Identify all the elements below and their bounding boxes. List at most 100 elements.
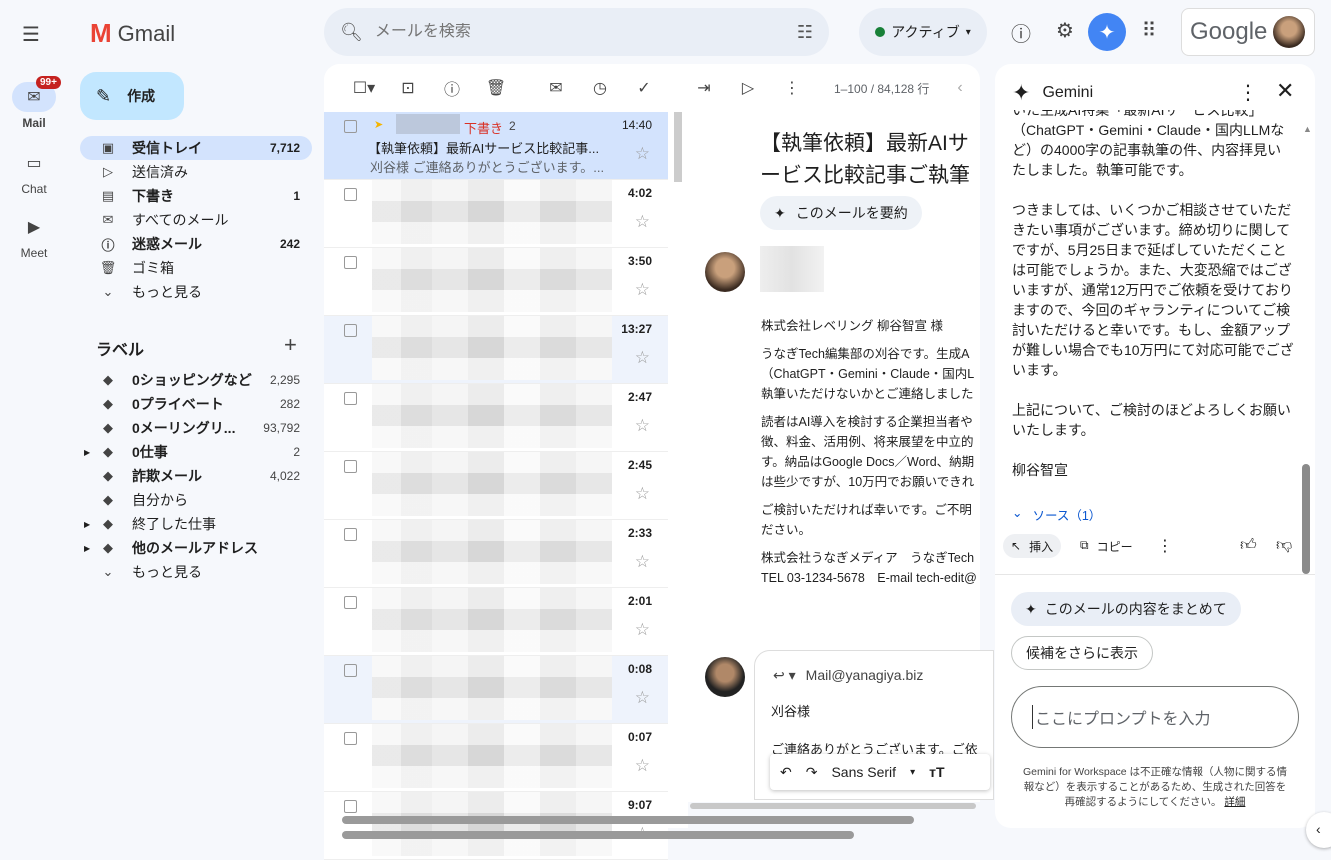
redo-icon[interactable]: ↷	[806, 764, 818, 781]
row-checkbox[interactable]	[344, 256, 357, 269]
label-icon[interactable]: ▷	[726, 78, 770, 98]
list-item[interactable]: 9:07 ☆	[324, 792, 668, 860]
add-task-icon[interactable]: ✓	[622, 78, 666, 98]
rail-mail[interactable]: ✉ 99+ Mail	[0, 76, 68, 130]
row-checkbox[interactable]	[344, 188, 357, 201]
archive-icon[interactable]: ⊡	[386, 78, 430, 98]
font-selector[interactable]: Sans Serif	[831, 764, 896, 780]
apps-grid-icon[interactable]: ⠿	[1135, 18, 1163, 43]
insert-button[interactable]: ↖ 挿入	[1003, 534, 1062, 558]
compose-button[interactable]: ✎ 作成	[80, 72, 184, 120]
prompt-input[interactable]: ここにプロンプトを入力	[1011, 686, 1299, 748]
hscrollbar[interactable]	[342, 816, 914, 824]
side-panel-toggle-icon[interactable]: ‹	[1306, 812, 1331, 848]
star-icon[interactable]: ☆	[635, 484, 650, 504]
list-item[interactable]: 2:33 ☆	[324, 520, 668, 588]
select-all-checkbox[interactable]: ☐▾	[342, 78, 386, 98]
list-item[interactable]: 0:07 ☆	[324, 724, 668, 792]
star-icon[interactable]: ☆	[635, 552, 650, 572]
status-selector[interactable]: アクティブ ▾	[859, 8, 987, 56]
more-suggestions-button[interactable]: 候補をさらに表示	[1011, 636, 1153, 670]
gemini-toggle-button[interactable]: ✦	[1088, 13, 1126, 51]
rail-chat[interactable]: ▭ Chat	[0, 148, 68, 196]
prev-page-icon[interactable]: ‹	[957, 79, 962, 97]
search-options-icon[interactable]: ☷	[797, 22, 813, 43]
sidebar-item-draft[interactable]: ▤ 下書き 1	[80, 184, 312, 208]
row-checkbox[interactable]	[344, 800, 357, 813]
account-button[interactable]: Google	[1181, 8, 1315, 56]
delete-icon[interactable]: 🗑︎	[474, 78, 518, 98]
main-menu-icon[interactable]: ☰	[22, 22, 46, 47]
reply-icon[interactable]: ↩ ▾	[773, 667, 796, 684]
snooze-icon[interactable]: ◷	[578, 78, 622, 98]
row-checkbox[interactable]	[344, 596, 357, 609]
row-checkbox[interactable]	[344, 664, 357, 677]
list-scrollbar[interactable]	[674, 112, 682, 182]
undo-icon[interactable]: ↶	[780, 764, 792, 781]
star-icon[interactable]: ☆	[635, 620, 650, 640]
row-checkbox[interactable]	[344, 460, 357, 473]
list-item[interactable]: 0:08 ☆	[324, 656, 668, 724]
suggestion-chip[interactable]: ✦ このメールの内容をまとめて	[1011, 592, 1241, 626]
label-item[interactable]: ▶ ◆ 他のメールアドレス	[80, 536, 312, 560]
more-vert-icon[interactable]: ⋮	[770, 78, 814, 98]
more-vert-icon[interactable]: ⋮	[1157, 536, 1173, 556]
search-input[interactable]	[374, 23, 785, 41]
move-to-icon[interactable]: ⇥	[682, 78, 726, 98]
chevron-down-icon[interactable]: ▾	[910, 767, 915, 778]
label-item[interactable]: ◆ 0ショッピングなど 2,295	[80, 368, 312, 392]
row-checkbox[interactable]	[344, 392, 357, 405]
reader-hscrollbar[interactable]	[690, 803, 976, 809]
copy-button[interactable]: ⧉ コピー	[1080, 538, 1133, 555]
sidebar-item-chevron-down[interactable]: ⌄ もっと見る	[80, 280, 312, 304]
star-icon[interactable]: ☆	[635, 756, 650, 776]
thumbs-up-icon[interactable]: 👍︎	[1240, 536, 1257, 555]
hscrollbar[interactable]	[342, 831, 854, 839]
reply-recipient[interactable]: Mail@yanagiya.biz	[806, 667, 924, 684]
row-checkbox[interactable]	[344, 120, 357, 133]
label-item[interactable]: ▶ ◆ 終了した仕事	[80, 512, 312, 536]
gear-icon[interactable]: ⚙	[1051, 18, 1079, 43]
list-item[interactable]: 4:02 ☆	[324, 180, 668, 248]
sidebar-item-inbox[interactable]: ▣ 受信トレイ 7,712	[80, 136, 312, 160]
reply-line[interactable]: 刈谷様	[771, 701, 810, 720]
rail-meet[interactable]: ▶ Meet	[0, 212, 68, 260]
thumbs-down-icon[interactable]: 👎︎	[1276, 536, 1292, 555]
list-item[interactable]: 2:47 ☆	[324, 384, 668, 452]
expand-caret-icon[interactable]: ▶	[84, 544, 90, 553]
star-icon[interactable]: ☆	[635, 212, 650, 232]
search-icon[interactable]: 🔍︎	[340, 22, 363, 43]
expand-caret-icon[interactable]: ▶	[84, 520, 90, 529]
list-item-selected[interactable]: ➤ 下書き 2 14:40 【執筆依頼】最新AIサービス比較記事... 刈谷様 …	[324, 112, 668, 180]
close-icon[interactable]: ✕	[1276, 78, 1294, 104]
sidebar-item-spam[interactable]: ⓘ 迷惑メール 242	[80, 232, 312, 256]
details-link[interactable]: 詳細	[1224, 796, 1245, 808]
help-icon[interactable]: ⓘ	[1007, 18, 1035, 47]
gmail-logo[interactable]: M Gmail	[90, 18, 175, 49]
sender-avatar[interactable]	[705, 252, 745, 292]
report-spam-icon[interactable]: ⓘ	[430, 76, 474, 100]
row-checkbox[interactable]	[344, 732, 357, 745]
label-item[interactable]: ◆ 0プライベート 282	[80, 392, 312, 416]
label-item[interactable]: ◆ 詐欺メール 4,022	[80, 464, 312, 488]
label-item[interactable]: ◆ 自分から	[80, 488, 312, 512]
star-icon[interactable]: ☆	[635, 416, 650, 436]
expand-caret-icon[interactable]: ▶	[84, 448, 90, 457]
sidebar-item-send[interactable]: ▷ 送信済み	[80, 160, 312, 184]
star-icon[interactable]: ☆	[635, 144, 650, 164]
row-checkbox[interactable]	[344, 324, 357, 337]
list-item[interactable]: 3:50 ☆	[324, 248, 668, 316]
sources-toggle[interactable]: ⌄ ソース（1）	[1012, 505, 1101, 524]
summarize-button[interactable]: ✦ このメールを要約	[760, 196, 922, 230]
sidebar-item-all-mail[interactable]: ✉ すべてのメール	[80, 208, 312, 232]
label-item[interactable]: ⌄ もっと見る	[80, 560, 312, 584]
list-item[interactable]: 2:01 ☆	[324, 588, 668, 656]
font-size-icon[interactable]: тT	[929, 764, 944, 780]
label-item[interactable]: ▶ ◆ 0仕事 2	[80, 440, 312, 464]
gemini-scrollbar[interactable]	[1302, 464, 1310, 574]
star-icon[interactable]: ☆	[635, 280, 650, 300]
list-item[interactable]: 13:27 ☆	[324, 316, 668, 384]
sidebar-item-trash[interactable]: 🗑︎ ゴミ箱	[80, 256, 312, 280]
star-icon[interactable]: ☆	[635, 348, 650, 368]
importance-marker-icon[interactable]: ➤	[374, 118, 383, 131]
